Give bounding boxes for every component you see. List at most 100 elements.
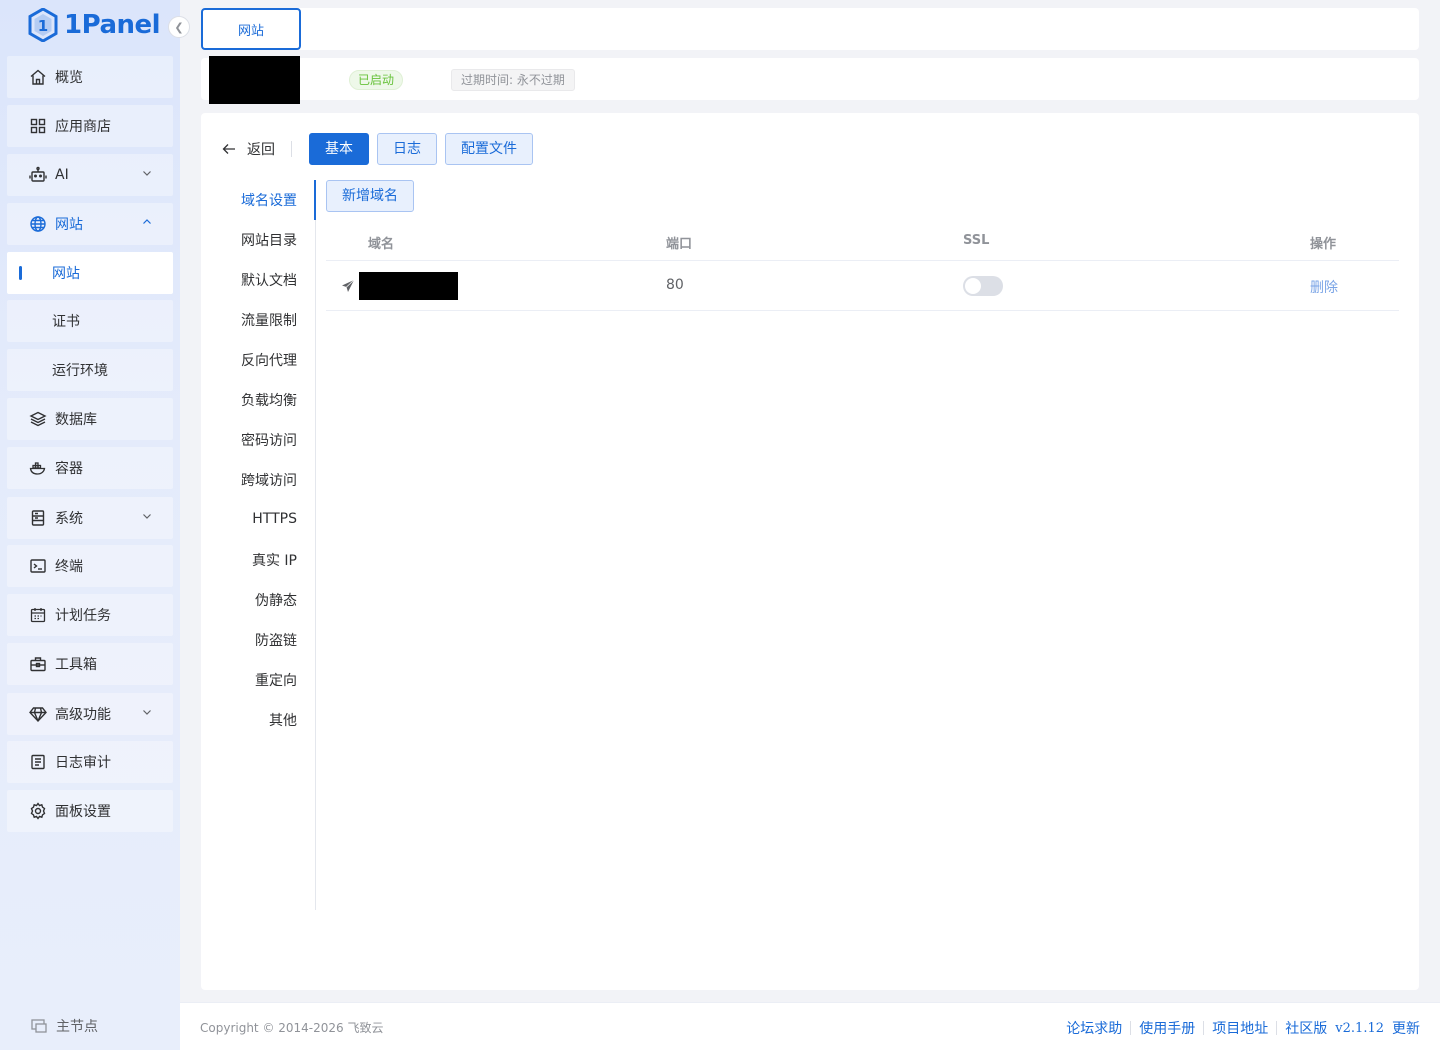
nav-item-rate-limit[interactable]: 流量限制 bbox=[241, 310, 297, 332]
send-icon[interactable] bbox=[341, 279, 355, 293]
nav-item-real-ip[interactable]: 真实 IP bbox=[252, 550, 297, 572]
grid-icon bbox=[29, 117, 47, 135]
diamond-icon bbox=[29, 705, 47, 723]
brand-logo[interactable]: 1 1Panel bbox=[28, 8, 161, 42]
sidebar: 1 1Panel ❮ 概览 应用商店 AI 网站 网站 证书 运行环境 数据库 … bbox=[0, 0, 190, 1050]
sidebar-item-label: 网站 bbox=[55, 217, 83, 233]
nav-item-hotlink[interactable]: 防盗链 bbox=[255, 630, 297, 652]
sidebar-item-label: 面板设置 bbox=[55, 804, 111, 820]
home-icon bbox=[29, 68, 47, 86]
sidebar-item-label: 日志审计 bbox=[55, 755, 111, 771]
nav-item-domain[interactable]: 域名设置 bbox=[241, 190, 297, 212]
sidebar-subitem-website[interactable]: 网站 bbox=[7, 252, 173, 294]
tab-website[interactable]: 网站 bbox=[201, 8, 301, 50]
manual-link[interactable]: 使用手册 bbox=[1139, 1018, 1195, 1038]
terminal-icon bbox=[29, 557, 47, 575]
chevron-left-icon: ❮ bbox=[174, 20, 184, 34]
sidebar-item-label: 终端 bbox=[55, 559, 83, 575]
site-config-card: 返回 基本 日志 配置文件 域名设置 网站目录 默认文档 流量限制 反向代理 负… bbox=[201, 113, 1419, 990]
collapse-sidebar-button[interactable]: ❮ bbox=[168, 16, 190, 38]
sidebar-item-label: AI bbox=[55, 167, 69, 183]
nav-item-auth-basic[interactable]: 密码访问 bbox=[241, 430, 297, 452]
nav-item-cors[interactable]: 跨域访问 bbox=[241, 470, 297, 492]
nav-item-redirect[interactable]: 重定向 bbox=[255, 670, 297, 692]
sidebar-item-app-store[interactable]: 应用商店 bbox=[7, 105, 173, 147]
chevron-up-icon bbox=[143, 219, 151, 224]
footer: Copyright © 2014-2026 飞致云 论坛求助 使用手册 项目地址… bbox=[180, 1002, 1440, 1050]
chevron-down-icon bbox=[143, 710, 151, 715]
nav-item-reverse-proxy[interactable]: 反向代理 bbox=[241, 350, 297, 372]
edition-label: 社区版 bbox=[1285, 1021, 1328, 1037]
sidebar-subitem-runtime[interactable]: 运行环境 bbox=[7, 349, 173, 391]
toolbox-icon bbox=[29, 655, 47, 673]
status-badge: 已启动 bbox=[349, 70, 404, 90]
update-link[interactable]: 更新 bbox=[1392, 1018, 1420, 1038]
sidebar-item-label: 系统 bbox=[55, 511, 83, 527]
sidebar-item-cronjob[interactable]: 计划任务 bbox=[7, 594, 173, 636]
sidebar-item-label: 容器 bbox=[55, 461, 83, 477]
add-domain-button[interactable]: 新增域名 bbox=[326, 180, 414, 212]
nav-item-rewrite[interactable]: 伪静态 bbox=[255, 590, 297, 612]
tab-bar: 网站 bbox=[201, 8, 1419, 50]
sidebar-item-panel-settings[interactable]: 面板设置 bbox=[7, 790, 173, 832]
sidebar-item-ai[interactable]: AI bbox=[7, 154, 173, 196]
settings-nav: 域名设置 网站目录 默认文档 流量限制 反向代理 负载均衡 密码访问 跨域访问 … bbox=[201, 180, 316, 910]
chevron-down-icon bbox=[143, 514, 151, 519]
sidebar-item-label: 高级功能 bbox=[55, 707, 111, 723]
tab-basic-button[interactable]: 基本 bbox=[309, 133, 369, 165]
brand-name: 1Panel bbox=[64, 10, 161, 40]
node-switch-icon bbox=[31, 1019, 47, 1033]
sidebar-item-label: 证书 bbox=[52, 314, 80, 330]
arrow-left-icon bbox=[222, 144, 235, 154]
sidebar-item-terminal[interactable]: 终端 bbox=[7, 545, 173, 587]
sidebar-item-label: 概览 bbox=[55, 70, 83, 86]
sidebar-item-label: 应用商店 bbox=[55, 119, 111, 135]
nav-item-default-doc[interactable]: 默认文档 bbox=[241, 270, 297, 292]
sidebar-item-log-audit[interactable]: 日志审计 bbox=[7, 741, 173, 783]
sidebar-item-container[interactable]: 容器 bbox=[7, 447, 173, 489]
divider bbox=[291, 141, 292, 157]
divider bbox=[1276, 1021, 1278, 1035]
sidebar-item-database[interactable]: 数据库 bbox=[7, 398, 173, 440]
project-link[interactable]: 项目地址 bbox=[1212, 1018, 1268, 1038]
sidebar-item-toolbox[interactable]: 工具箱 bbox=[7, 643, 173, 685]
redacted-domain bbox=[359, 272, 458, 300]
server-icon bbox=[29, 509, 47, 527]
back-label: 返回 bbox=[247, 142, 275, 158]
sidebar-item-label: 数据库 bbox=[55, 412, 97, 428]
table-row: 80 删除 bbox=[326, 261, 1399, 311]
sidebar-item-label: 工具箱 bbox=[55, 657, 97, 673]
tab-log-button[interactable]: 日志 bbox=[377, 133, 437, 165]
chevron-down-icon bbox=[143, 171, 151, 176]
tab-config-file-button[interactable]: 配置文件 bbox=[445, 133, 533, 165]
log-icon bbox=[29, 753, 47, 771]
sidebar-item-overview[interactable]: 概览 bbox=[7, 56, 173, 98]
nav-item-site-dir[interactable]: 网站目录 bbox=[241, 230, 297, 252]
sidebar-item-system[interactable]: 系统 bbox=[7, 497, 173, 539]
delete-link[interactable]: 删除 bbox=[1310, 277, 1338, 297]
redacted-site-name bbox=[209, 56, 300, 104]
nav-item-load-balance[interactable]: 负载均衡 bbox=[241, 390, 297, 412]
sidebar-item-website[interactable]: 网站 bbox=[7, 203, 173, 245]
sidebar-item-advanced[interactable]: 高级功能 bbox=[7, 693, 173, 735]
nav-active-indicator bbox=[314, 180, 316, 220]
divider bbox=[1203, 1021, 1205, 1035]
back-button[interactable]: 返回 bbox=[221, 138, 275, 160]
docker-icon bbox=[29, 459, 47, 477]
ssl-toggle[interactable] bbox=[963, 276, 1003, 296]
sidebar-subitem-certificate[interactable]: 证书 bbox=[7, 300, 173, 342]
node-switch-label: 主节点 bbox=[56, 1019, 98, 1035]
robot-icon bbox=[29, 166, 47, 184]
column-header-port: 端口 bbox=[666, 237, 693, 252]
port-cell: 80 bbox=[666, 277, 684, 293]
expire-badge: 过期时间: 永不过期 bbox=[451, 69, 575, 91]
calendar-icon bbox=[29, 606, 47, 624]
node-switch[interactable]: 主节点 bbox=[30, 1016, 98, 1036]
footer-links: 论坛求助 使用手册 项目地址 社区版 v2.1.12 更新 bbox=[1066, 1018, 1420, 1038]
globe-icon bbox=[29, 215, 47, 233]
nav-item-https[interactable]: HTTPS bbox=[252, 511, 297, 533]
layers-icon bbox=[29, 410, 47, 428]
forum-link[interactable]: 论坛求助 bbox=[1066, 1018, 1122, 1038]
nav-item-other[interactable]: 其他 bbox=[269, 710, 297, 732]
column-header-ssl: SSL bbox=[963, 233, 990, 248]
